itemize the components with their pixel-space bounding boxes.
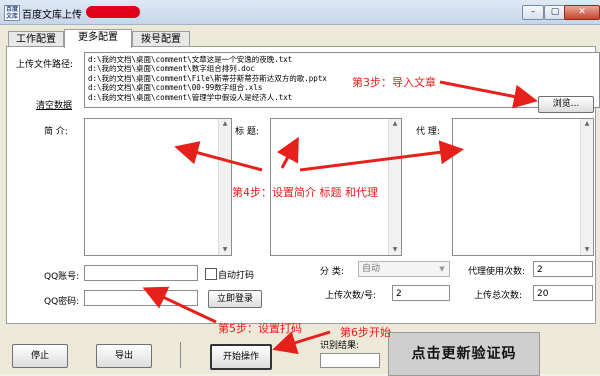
annotation-step5: 第5步：设置打码 (218, 322, 302, 335)
arrow-step3 (439, 80, 538, 109)
arrow-step4-title (276, 136, 299, 169)
tab-more-config[interactable]: 更多配置 (64, 29, 132, 48)
arrow-step5 (142, 286, 217, 324)
arrow-step4-proxy (299, 140, 464, 172)
annotation-step4: 第4步：设置简介 标题 和代理 (232, 186, 378, 199)
annotation-step3: 第3步：导入文章 (352, 76, 436, 89)
annotation-step6: 第6步开始 (340, 326, 391, 339)
app-window: 百度文库 百度文库上传 – ▢ ✕ 工作配置 更多配置 拨号配置 上传文件路径:… (0, 0, 600, 376)
arrow-step4-intro (174, 141, 263, 172)
